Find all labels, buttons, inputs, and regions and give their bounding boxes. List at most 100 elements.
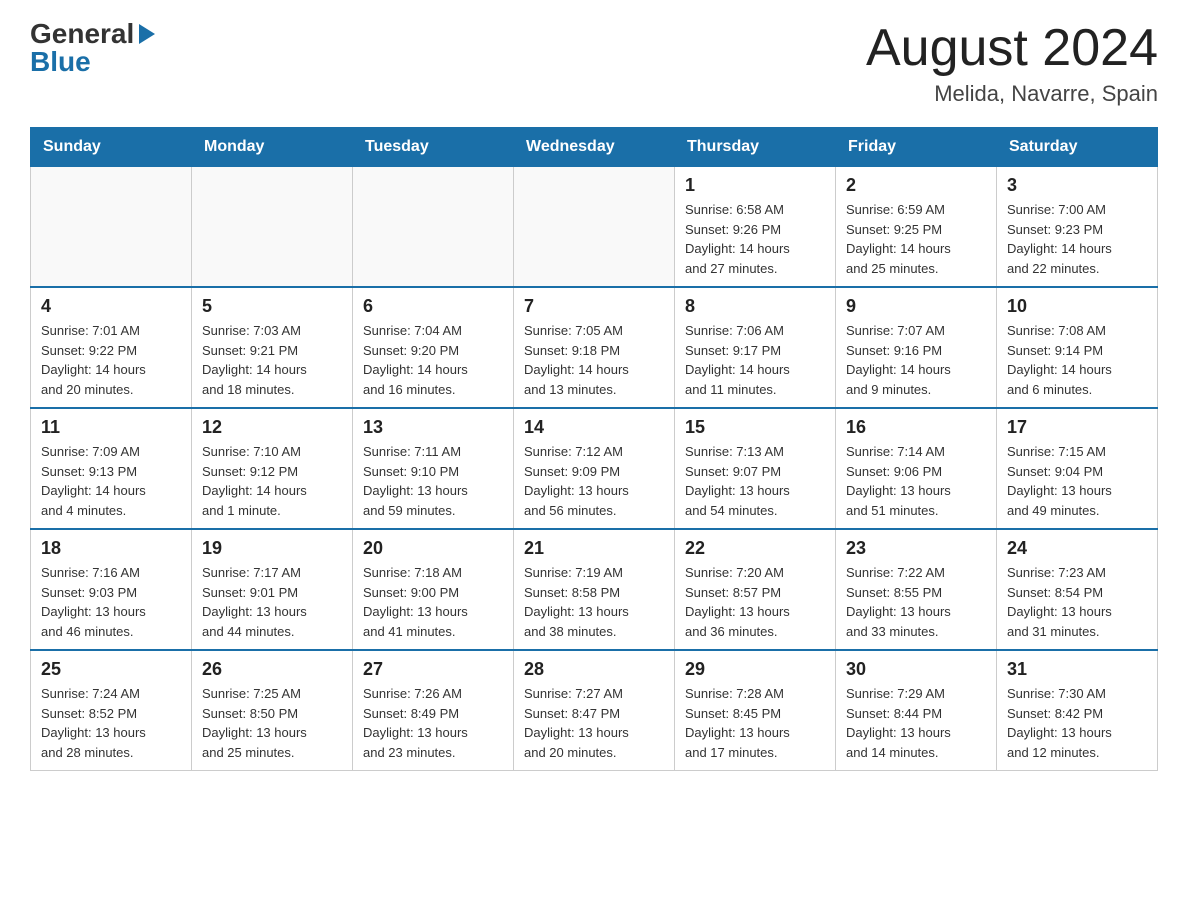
day-info: Sunrise: 7:11 AMSunset: 9:10 PMDaylight:… [363,442,503,520]
calendar-cell: 20Sunrise: 7:18 AMSunset: 9:00 PMDayligh… [353,529,514,650]
calendar-cell: 4Sunrise: 7:01 AMSunset: 9:22 PMDaylight… [31,287,192,408]
location-subtitle: Melida, Navarre, Spain [866,81,1158,107]
day-number: 5 [202,296,342,317]
weekday-header-tuesday: Tuesday [353,128,514,167]
month-year-title: August 2024 [866,20,1158,77]
day-number: 24 [1007,538,1147,559]
calendar-cell: 7 Sunrise: 7:05 AMSunset: 9:18 PMDaylight… [514,287,675,408]
day-number: 6 [363,296,503,317]
weekday-header-friday: Friday [836,128,997,167]
calendar-cell: 8 Sunrise: 7:06 AMSunset: 9:17 PMDaylight… [675,287,836,408]
weekday-header-thursday: Thursday [675,128,836,167]
day-number: 23 [846,538,986,559]
weekday-header-wednesday: Wednesday [514,128,675,167]
day-number: 7 [524,296,664,317]
day-info: Sunrise: 7:23 AMSunset: 8:54 PMDaylight:… [1007,563,1147,641]
day-info: Sunrise: 7:10 AMSunset: 9:12 PMDaylight:… [202,442,342,520]
day-info: Sunrise: 7:27 AMSunset: 8:47 PMDaylight:… [524,684,664,762]
calendar-cell [353,167,514,288]
day-info: Sunrise: 7:30 AMSunset: 8:42 PMDaylight:… [1007,684,1147,762]
calendar-cell: 26Sunrise: 7:25 AMSunset: 8:50 PMDayligh… [192,650,353,771]
calendar-cell: 10 Sunrise: 7:08 AMSunset: 9:14 PMDayligh… [997,287,1158,408]
day-number: 1 [685,175,825,196]
calendar-week-row: 11 Sunrise: 7:09 AMSunset: 9:13 PMDayligh… [31,408,1158,529]
day-number: 27 [363,659,503,680]
day-info: Sunrise: 7:29 AMSunset: 8:44 PMDaylight:… [846,684,986,762]
day-info: Sunrise: 7:18 AMSunset: 9:00 PMDaylight:… [363,563,503,641]
calendar-week-row: 1 Sunrise: 6:58 AMSunset: 9:26 PMDaylight… [31,167,1158,288]
calendar-cell: 29Sunrise: 7:28 AMSunset: 8:45 PMDayligh… [675,650,836,771]
calendar-cell: 13Sunrise: 7:11 AMSunset: 9:10 PMDayligh… [353,408,514,529]
day-number: 15 [685,417,825,438]
day-number: 8 [685,296,825,317]
weekday-header-sunday: Sunday [31,128,192,167]
logo-blue-text: Blue [30,48,91,76]
calendar-week-row: 25Sunrise: 7:24 AMSunset: 8:52 PMDayligh… [31,650,1158,771]
day-info: Sunrise: 7:09 AMSunset: 9:13 PMDaylight:… [41,442,181,520]
calendar-cell: 19Sunrise: 7:17 AMSunset: 9:01 PMDayligh… [192,529,353,650]
calendar-header-row: SundayMondayTuesdayWednesdayThursdayFrid… [31,128,1158,167]
calendar-cell: 1 Sunrise: 6:58 AMSunset: 9:26 PMDaylight… [675,167,836,288]
day-info: Sunrise: 7:16 AMSunset: 9:03 PMDaylight:… [41,563,181,641]
day-info: Sunrise: 7:06 AMSunset: 9:17 PMDaylight:… [685,321,825,399]
calendar-cell: 30 Sunrise: 7:29 AMSunset: 8:44 PMDayligh… [836,650,997,771]
day-number: 17 [1007,417,1147,438]
calendar-cell: 2Sunrise: 6:59 AMSunset: 9:25 PMDaylight… [836,167,997,288]
calendar-cell: 21 Sunrise: 7:19 AMSunset: 8:58 PMDayligh… [514,529,675,650]
logo-general-word: General [30,20,134,48]
day-info: Sunrise: 7:07 AMSunset: 9:16 PMDaylight:… [846,321,986,399]
day-number: 10 [1007,296,1147,317]
day-info: Sunrise: 7:22 AMSunset: 8:55 PMDaylight:… [846,563,986,641]
day-info: Sunrise: 7:00 AMSunset: 9:23 PMDaylight:… [1007,200,1147,278]
day-info: Sunrise: 7:14 AMSunset: 9:06 PMDaylight:… [846,442,986,520]
calendar-cell: 11 Sunrise: 7:09 AMSunset: 9:13 PMDayligh… [31,408,192,529]
day-number: 30 [846,659,986,680]
day-number: 9 [846,296,986,317]
calendar-cell: 17Sunrise: 7:15 AMSunset: 9:04 PMDayligh… [997,408,1158,529]
day-number: 2 [846,175,986,196]
day-number: 22 [685,538,825,559]
calendar-cell: 28 Sunrise: 7:27 AMSunset: 8:47 PMDayligh… [514,650,675,771]
calendar-cell: 16Sunrise: 7:14 AMSunset: 9:06 PMDayligh… [836,408,997,529]
day-number: 11 [41,417,181,438]
day-number: 28 [524,659,664,680]
calendar-table: SundayMondayTuesdayWednesdayThursdayFrid… [30,127,1158,771]
calendar-cell [514,167,675,288]
calendar-cell: 23 Sunrise: 7:22 AMSunset: 8:55 PMDayligh… [836,529,997,650]
weekday-header-saturday: Saturday [997,128,1158,167]
day-number: 21 [524,538,664,559]
calendar-cell: 22 Sunrise: 7:20 AMSunset: 8:57 PMDayligh… [675,529,836,650]
day-number: 18 [41,538,181,559]
calendar-cell: 14 Sunrise: 7:12 AMSunset: 9:09 PMDayligh… [514,408,675,529]
calendar-week-row: 18 Sunrise: 7:16 AMSunset: 9:03 PMDayligh… [31,529,1158,650]
weekday-header-monday: Monday [192,128,353,167]
day-number: 31 [1007,659,1147,680]
logo-arrow-icon [139,24,155,44]
title-block: August 2024 Melida, Navarre, Spain [866,20,1158,107]
logo-general-text: General [30,20,155,48]
day-number: 25 [41,659,181,680]
day-info: Sunrise: 7:26 AMSunset: 8:49 PMDaylight:… [363,684,503,762]
calendar-cell: 9 Sunrise: 7:07 AMSunset: 9:16 PMDaylight… [836,287,997,408]
calendar-cell: 27 Sunrise: 7:26 AMSunset: 8:49 PMDayligh… [353,650,514,771]
calendar-cell: 5 Sunrise: 7:03 AMSunset: 9:21 PMDaylight… [192,287,353,408]
day-number: 14 [524,417,664,438]
day-info: Sunrise: 7:13 AMSunset: 9:07 PMDaylight:… [685,442,825,520]
day-info: Sunrise: 6:58 AMSunset: 9:26 PMDaylight:… [685,200,825,278]
calendar-cell: 6 Sunrise: 7:04 AMSunset: 9:20 PMDaylight… [353,287,514,408]
day-info: Sunrise: 7:08 AMSunset: 9:14 PMDaylight:… [1007,321,1147,399]
logo: General Blue [30,20,155,76]
day-info: Sunrise: 7:12 AMSunset: 9:09 PMDaylight:… [524,442,664,520]
day-info: Sunrise: 7:04 AMSunset: 9:20 PMDaylight:… [363,321,503,399]
day-info: Sunrise: 7:20 AMSunset: 8:57 PMDaylight:… [685,563,825,641]
calendar-cell: 24 Sunrise: 7:23 AMSunset: 8:54 PMDayligh… [997,529,1158,650]
day-info: Sunrise: 7:03 AMSunset: 9:21 PMDaylight:… [202,321,342,399]
calendar-cell: 3Sunrise: 7:00 AMSunset: 9:23 PMDaylight… [997,167,1158,288]
day-info: Sunrise: 7:17 AMSunset: 9:01 PMDaylight:… [202,563,342,641]
day-info: Sunrise: 7:01 AMSunset: 9:22 PMDaylight:… [41,321,181,399]
calendar-cell: 15 Sunrise: 7:13 AMSunset: 9:07 PMDayligh… [675,408,836,529]
day-info: Sunrise: 7:05 AMSunset: 9:18 PMDaylight:… [524,321,664,399]
calendar-cell: 25Sunrise: 7:24 AMSunset: 8:52 PMDayligh… [31,650,192,771]
day-number: 29 [685,659,825,680]
day-info: Sunrise: 7:19 AMSunset: 8:58 PMDaylight:… [524,563,664,641]
